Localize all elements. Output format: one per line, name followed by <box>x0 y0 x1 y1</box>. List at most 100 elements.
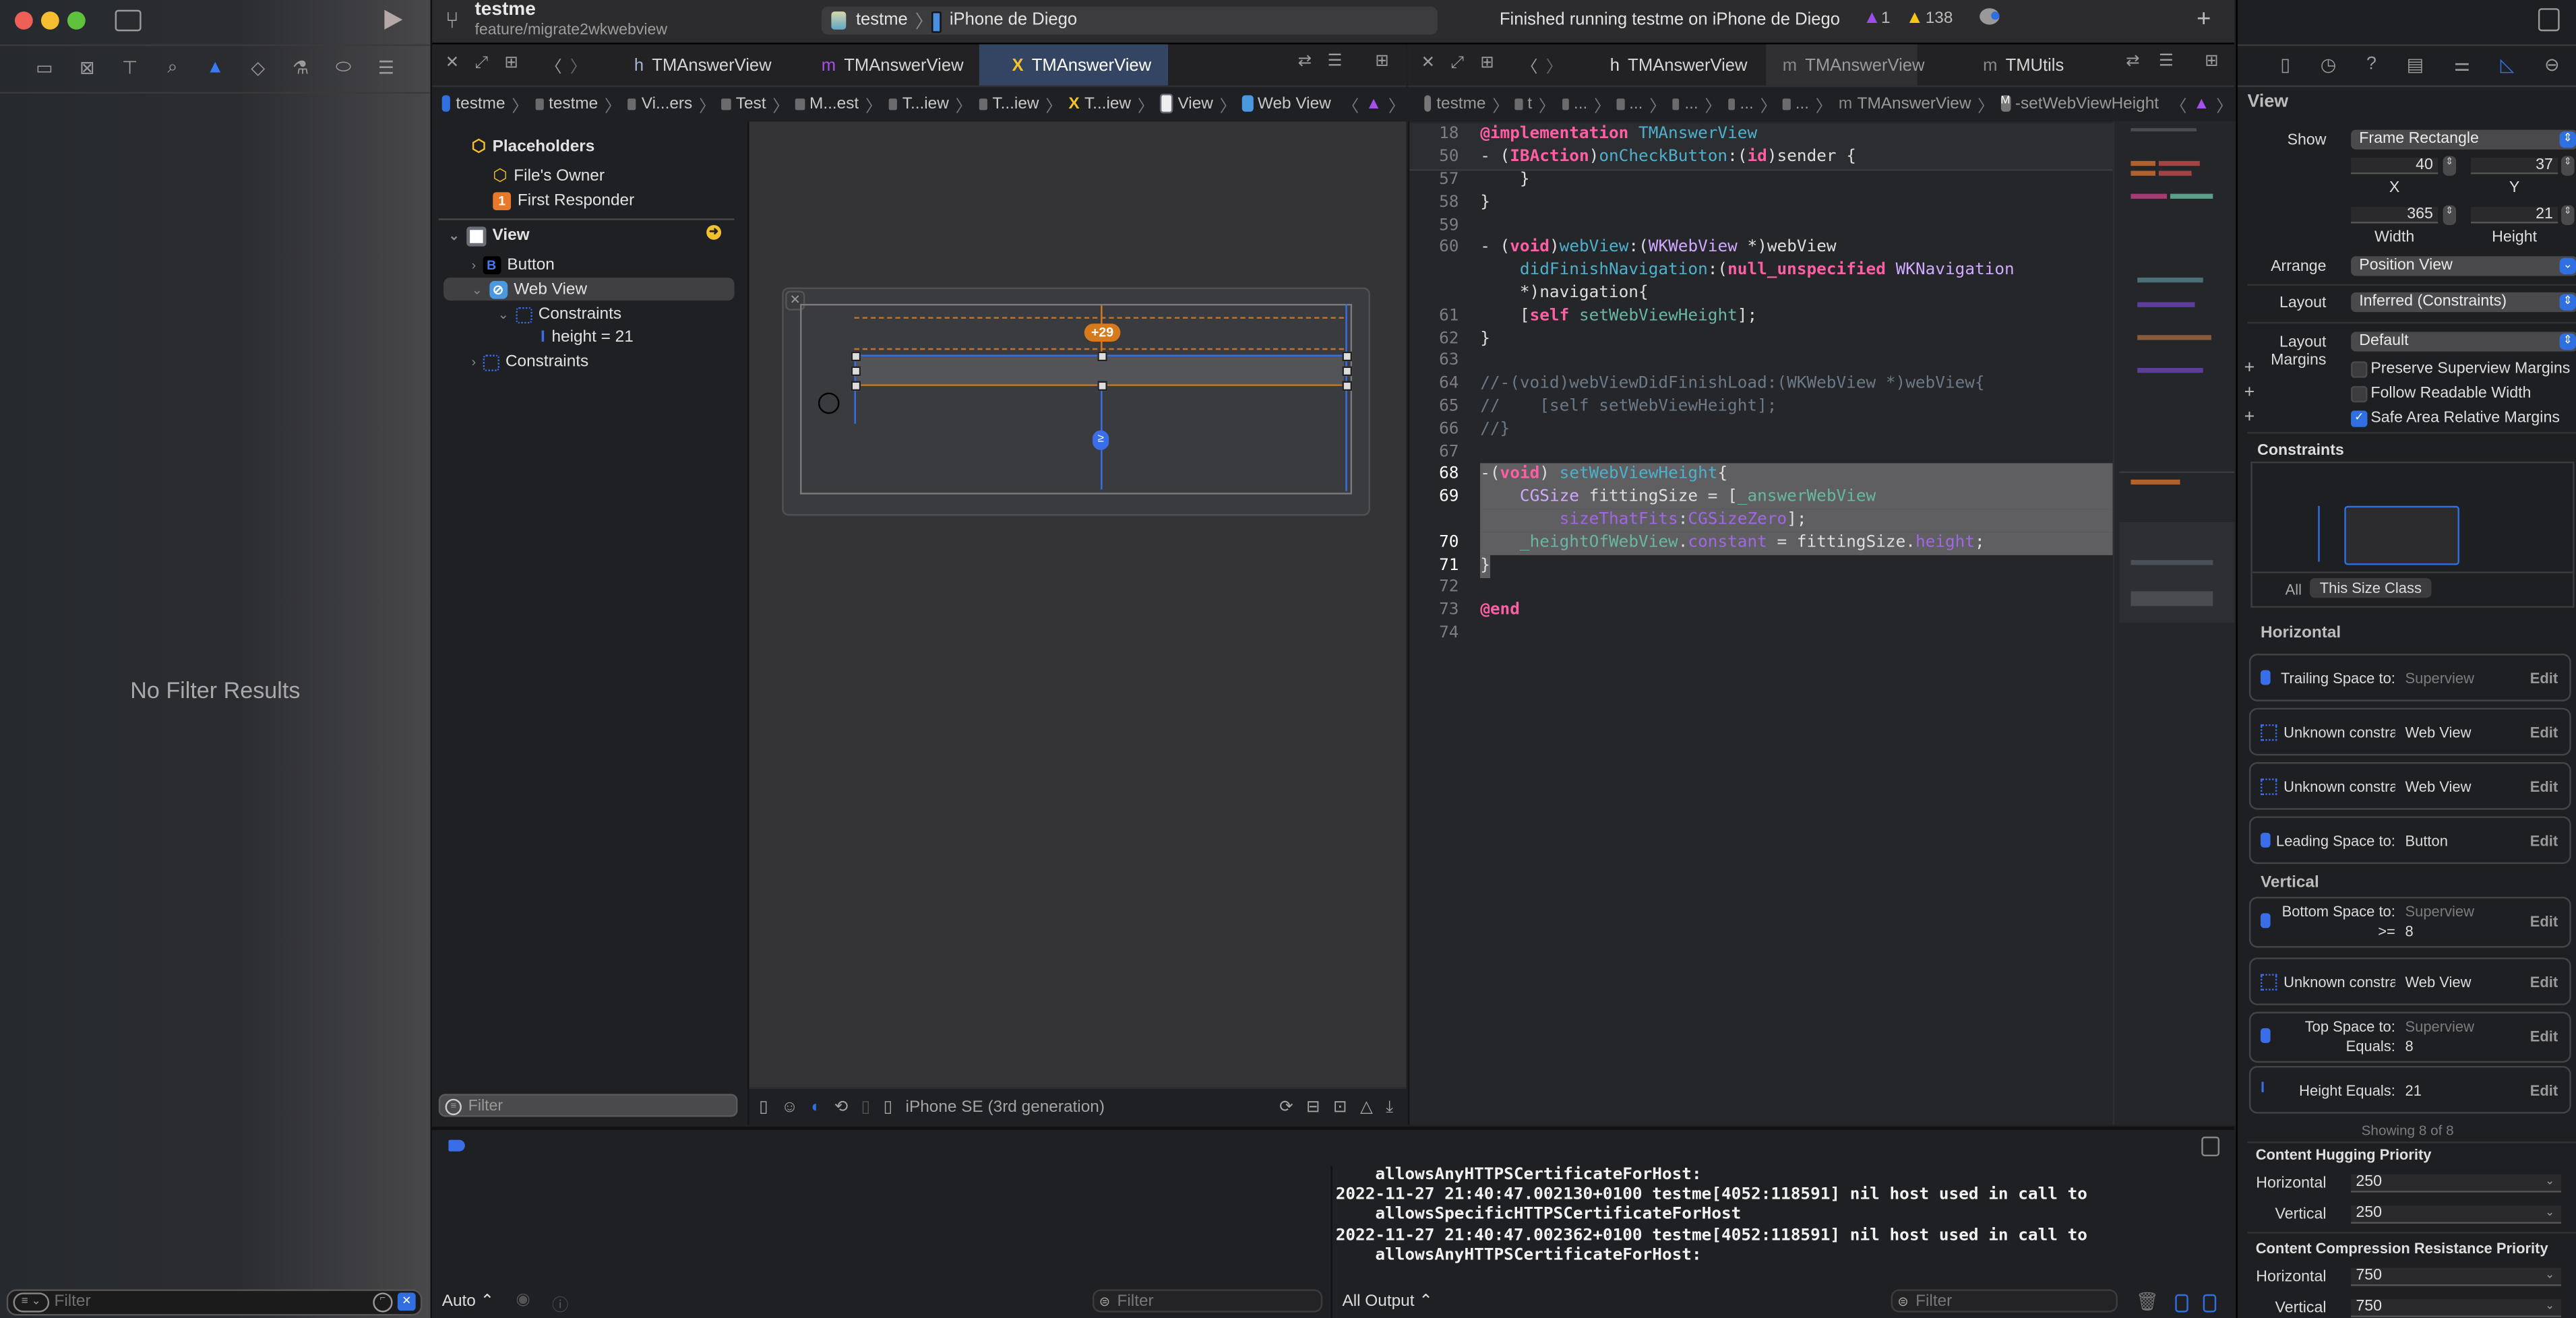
orientation-icon[interactable]: ⟲ <box>834 1098 848 1116</box>
code-line[interactable]: 62} <box>1409 328 2112 351</box>
accessibility-icon[interactable]: ☺ <box>781 1098 798 1116</box>
toggle-navigator-icon[interactable] <box>115 9 142 32</box>
jump-item[interactable]: ... <box>1740 94 1754 113</box>
eye-icon[interactable]: ◉ <box>516 1291 530 1309</box>
code-line[interactable]: 50 - (IBAction)onCheckButton:(id)sender { <box>1409 146 2113 171</box>
related-items-icon[interactable]: ⊞ <box>504 54 518 72</box>
symbol-icon[interactable]: ⊤ <box>119 57 142 78</box>
tab-header-file[interactable]: h TMAnswerView <box>1597 44 1760 86</box>
x-field[interactable]: 40 <box>2351 157 2439 175</box>
disclosure-open-icon[interactable]: ⌄ <box>472 282 483 297</box>
embed-in-icon[interactable]: ⤓ <box>1386 1098 1393 1116</box>
constraint-card[interactable]: Unknown constraint tc Web View Edit <box>2248 708 2571 756</box>
runtime-issue-icon[interactable]: ▲ <box>1863 8 1881 28</box>
console-output[interactable]: allowsAnyHTTPSCertificateForHost: 2022-11… <box>1332 1166 2234 1318</box>
prev-issue-icon[interactable]: 〈 <box>1343 91 1359 116</box>
code-line[interactable]: 72 <box>1409 577 2112 600</box>
safe-area-checkbox[interactable]: ✓ <box>2351 410 2368 427</box>
outline-placeholders[interactable]: ⬡ Placeholders <box>472 135 595 160</box>
breakpoint-icon[interactable]: ⬭ <box>332 57 355 78</box>
code-line[interactable]: 68 -(void) setWebViewHeight{ <box>1409 464 2113 487</box>
editor-options-icon[interactable]: ☰ <box>2159 53 2174 71</box>
code-line[interactable]: 66 //} <box>1409 418 2112 441</box>
back-icon[interactable]: 〈 <box>545 53 561 77</box>
issue-icon[interactable]: ▲ <box>1366 94 1382 113</box>
code-line[interactable]: 61 [self setWebViewHeight]; <box>1409 305 2112 328</box>
next-issue-icon[interactable]: 〉 <box>1388 91 1405 116</box>
jump-item[interactable]: ... <box>1629 94 1643 113</box>
constraint-card[interactable]: I Height Equals: 21 Edit <box>2248 1065 2571 1114</box>
history-inspector-icon[interactable]: ◷ <box>2321 54 2336 75</box>
test-icon[interactable]: ◇ <box>247 57 270 78</box>
view-scene[interactable]: ✕ +29 ≥ <box>782 287 1370 516</box>
outline-web-view[interactable]: ⌄ ⊘ Web View <box>472 278 587 303</box>
code-line[interactable]: 57 } <box>1409 169 2112 192</box>
jump-item[interactable]: T...iew <box>902 94 949 113</box>
add-editor-icon[interactable]: ⊞ <box>2205 53 2218 71</box>
tab-utils-file[interactable]: m TMUtils <box>1975 44 2073 86</box>
device-icon[interactable]: ▯ <box>884 1098 892 1116</box>
warning-count[interactable]: 138 <box>1926 10 1953 28</box>
size-inspector-icon[interactable]: ◺ <box>2501 54 2515 75</box>
layout-margins-popup[interactable]: Default ⇕ <box>2351 332 2576 352</box>
tab-implementation-file[interactable]: m TMAnswerView <box>808 44 977 86</box>
breakpoints-toggle[interactable] <box>448 1139 465 1152</box>
expand-icon[interactable]: ⤢ <box>474 54 488 72</box>
edit-constraint-button[interactable]: Edit <box>2530 974 2558 990</box>
variables-filter[interactable]: ⊜ Filter <box>1092 1289 1323 1313</box>
y-field[interactable]: 37 <box>2471 157 2558 175</box>
add-editor-icon[interactable]: ⊞ <box>1375 53 1388 71</box>
source-control-icon[interactable]: ⊠ <box>75 57 98 78</box>
constraint-card[interactable]: Unknown constraint tc Web View Edit <box>2248 762 2571 810</box>
code-line[interactable]: 73 @end <box>1409 600 2112 623</box>
next-issue-icon[interactable]: 〉 <box>2216 91 2232 116</box>
close-editor-icon[interactable]: ✕ <box>1421 54 1434 72</box>
code-line[interactable]: 64 //-(void)webViewDidFinishLoad:(WKWebVi… <box>1409 373 2112 396</box>
add-library-button[interactable]: + <box>2197 5 2211 32</box>
interface-builder-canvas[interactable]: ✕ +29 ≥ <box>749 121 1407 1088</box>
source-editor[interactable]: 18 @implementation TMAnswerView 50- (IBAct… <box>1407 121 2113 1125</box>
help-inspector-icon[interactable]: ? <box>2366 54 2376 75</box>
jump-item[interactable]: ... <box>1684 94 1698 113</box>
recent-icon[interactable]: ⌐ <box>373 1292 393 1313</box>
run-button[interactable] <box>384 9 403 30</box>
edit-constraint-button[interactable]: Edit <box>2530 778 2558 794</box>
outline-view[interactable]: ⌄ View ➜ <box>448 224 731 249</box>
disclosure-open-icon[interactable]: ⌄ <box>448 228 459 243</box>
constraint-card[interactable]: Trailing Space to: Superview Edit <box>2248 654 2571 701</box>
layout-popup[interactable]: Inferred (Constraints) ⇕ <box>2351 292 2576 313</box>
edit-constraint-button[interactable]: Edit <box>2530 670 2558 687</box>
code-line[interactable]: *)navigation{ <box>1409 282 2112 305</box>
swap-icon[interactable]: ⇄ <box>2126 53 2139 71</box>
hugging-h-field[interactable]: 250 ⌄ <box>2351 1174 2562 1193</box>
code-line[interactable]: 67 <box>1409 441 2112 464</box>
close-editor-icon[interactable]: ✕ <box>446 54 459 72</box>
resize-handle[interactable] <box>851 381 861 391</box>
code-line[interactable]: 71} <box>1409 554 2113 578</box>
jump-item[interactable]: M...est <box>809 94 859 113</box>
trash-icon[interactable]: 🗑 <box>2136 1291 2159 1313</box>
forward-icon[interactable]: 〉 <box>570 53 586 77</box>
attributes-inspector-icon[interactable]: ⚌ <box>2454 54 2470 75</box>
prev-issue-icon[interactable]: 〈 <box>2170 91 2186 116</box>
jump-item[interactable]: Web View <box>1258 94 1331 113</box>
edit-constraint-button[interactable]: Edit <box>2530 833 2558 849</box>
minimap[interactable] <box>2112 121 2236 1125</box>
outline-webview-constraints[interactable]: ⌄ Constraints <box>498 303 621 327</box>
readable-width-checkbox[interactable] <box>2351 385 2368 403</box>
outline-button[interactable]: › B Button <box>472 253 555 278</box>
height-stepper[interactable]: ⇕ <box>2561 205 2575 225</box>
disclosure-closed-icon[interactable]: › <box>472 258 477 273</box>
outline-filter[interactable]: ≡ Filter <box>438 1094 738 1117</box>
variables-scope-selector[interactable]: Auto ⌃ <box>442 1292 494 1311</box>
width-field[interactable]: 365 <box>2351 206 2439 224</box>
file-inspector-icon[interactable]: ▯ <box>2280 54 2290 75</box>
code-line[interactable]: 18 @implementation TMAnswerView <box>1409 123 2113 148</box>
device-config[interactable]: iPhone SE (3rd generation) <box>906 1098 1105 1116</box>
identity-inspector-icon[interactable]: ▤ <box>2407 54 2424 75</box>
code-line[interactable]: 60 - (void)webView:(WKWebView *)webView <box>1409 237 2112 260</box>
update-frames-icon[interactable]: ⟳ <box>1279 1098 1293 1116</box>
arrange-popup[interactable]: Position View ⌄ <box>2351 256 2576 276</box>
x-stepper[interactable]: ⇕ <box>2443 156 2457 176</box>
navigator-filter[interactable]: ≡ ⌄ Filter ⌐ ✕ <box>6 1289 423 1316</box>
